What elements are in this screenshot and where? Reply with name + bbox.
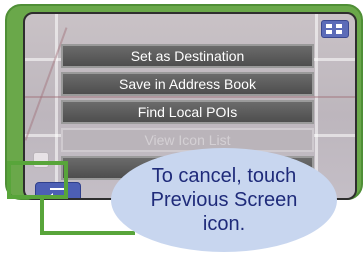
callout-connector <box>40 231 135 235</box>
instruction-callout: To cancel, touch Previous Screen icon. <box>111 148 337 252</box>
view-icon-list-button: View Icon List <box>61 128 314 152</box>
set-destination-button[interactable]: Set as Destination <box>61 44 314 68</box>
grid-icon[interactable] <box>321 20 349 38</box>
grid-cell <box>326 30 332 34</box>
grid-cell <box>326 24 332 28</box>
grid-cell <box>336 30 342 34</box>
previous-screen-highlight <box>7 161 68 199</box>
save-address-book-button[interactable]: Save in Address Book <box>61 72 314 96</box>
callout-text: To cancel, touch Previous Screen icon. <box>150 165 298 235</box>
grid-cell <box>336 24 342 28</box>
find-local-pois-button[interactable]: Find Local POIs <box>61 100 314 124</box>
callout-connector <box>40 199 44 235</box>
